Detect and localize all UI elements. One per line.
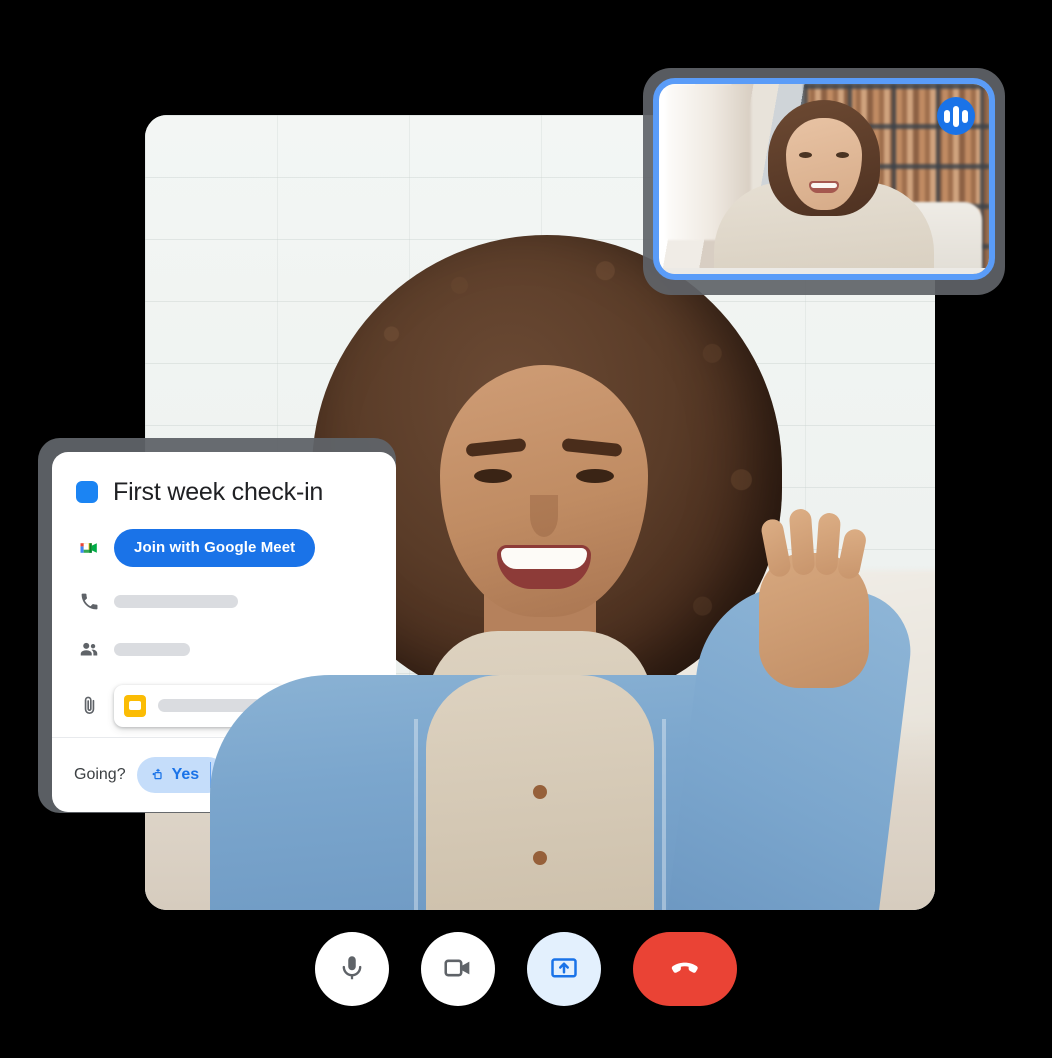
teeth: [501, 548, 587, 569]
rsvp-yes-label: Yes: [171, 766, 200, 783]
jacket-button: [533, 851, 547, 865]
participant-face: [440, 365, 648, 617]
pip-video-tile[interactable]: [653, 78, 995, 280]
pip-eye-right-icon: [836, 152, 849, 158]
eyebrow-left-icon: [465, 437, 527, 458]
google-meet-icon: [76, 535, 102, 561]
jacket-seam-left: [414, 719, 418, 910]
google-keep-note-icon: [124, 694, 146, 717]
meet-composite-scene: First week check-in Join with Google Mee…: [0, 0, 1052, 1058]
people-icon: [76, 637, 102, 663]
microphone-icon: [337, 953, 367, 986]
pip-mouth-icon: [809, 181, 839, 193]
nose-icon: [530, 495, 558, 537]
dial-in-row[interactable]: [76, 589, 372, 615]
join-with-google-meet-button[interactable]: Join with Google Meet: [114, 528, 316, 567]
event-color-swatch: [76, 481, 98, 504]
rsvp-label: Going?: [74, 766, 126, 783]
event-title-row: First week check-in: [76, 478, 372, 507]
join-meeting-row: Join with Google Meet: [76, 528, 372, 567]
present-screen-button[interactable]: [527, 932, 601, 1006]
end-call-button[interactable]: [633, 932, 737, 1006]
jacket-seam-right: [662, 719, 666, 910]
participant-waving-hand: [759, 508, 869, 688]
eye-right-icon: [576, 469, 614, 483]
end-call-icon: [666, 949, 704, 990]
event-title: First week check-in: [113, 478, 324, 506]
call-controls-bar: [0, 932, 1052, 1006]
eye-left-icon: [474, 469, 512, 483]
present-screen-icon: [549, 953, 579, 986]
smiling-mouth-icon: [497, 545, 591, 589]
phone-icon: [76, 589, 102, 615]
dial-in-placeholder: [114, 595, 238, 609]
pip-eye-left-icon: [799, 152, 812, 158]
audio-waveform-icon: [937, 97, 975, 135]
jacket-button: [533, 785, 547, 799]
guests-placeholder: [114, 643, 190, 657]
guests-row[interactable]: [76, 637, 372, 663]
pip-foreground-table: [659, 268, 989, 274]
eyebrow-right-icon: [561, 437, 623, 458]
video-camera-icon: [442, 952, 474, 987]
camera-button[interactable]: [421, 932, 495, 1006]
rsvp-location-icon: [152, 768, 162, 780]
pip-video-content: [659, 84, 989, 274]
rsvp-yes-main[interactable]: Yes: [137, 757, 211, 793]
microphone-button[interactable]: [315, 932, 389, 1006]
paperclip-icon: [76, 693, 102, 719]
